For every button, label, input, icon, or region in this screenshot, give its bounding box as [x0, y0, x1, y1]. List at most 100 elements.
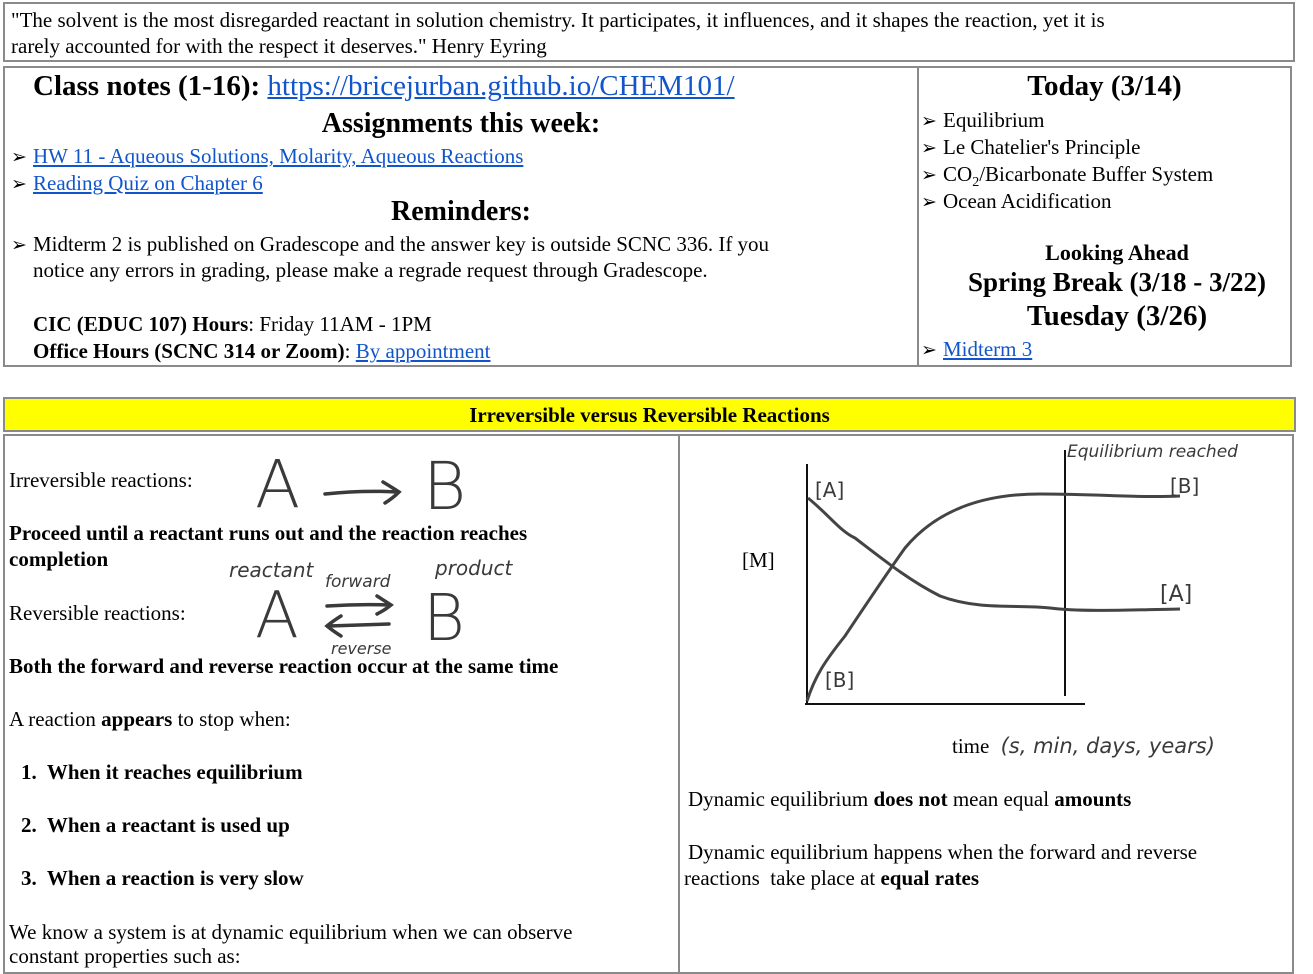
tuesday-heading: Tuesday (3/26)	[1026, 300, 1208, 332]
dynamic-equilibrium-amounts-text: Dynamic equilibrium does not mean equal …	[688, 787, 1131, 812]
proceed-text-line-2: completion	[9, 547, 109, 571]
today-item-text: /Bicarbonate Buffer System	[979, 162, 1214, 186]
text-span: Dynamic equilibrium	[688, 787, 874, 811]
appears-to-stop-text: A reaction appears to stop when:	[9, 707, 291, 732]
both-reactions-text: Both the forward and reverse reaction oc…	[9, 654, 559, 678]
bullet-arrow-icon: ➢	[11, 147, 27, 168]
quote-line-2: rarely accounted for with the respect it…	[11, 34, 547, 58]
assignments-heading: Assignments this week:	[321, 108, 601, 139]
list-text: When it reaches equilibrium	[46, 760, 303, 784]
text-bold: amounts	[1054, 787, 1132, 811]
midterm-3-link[interactable]: Midterm 3	[943, 337, 1032, 361]
dynamic-equilibrium-rates-line-1: Dynamic equilibrium happens when the for…	[688, 840, 1198, 864]
quote-line-1: "The solvent is the most disregarded rea…	[11, 8, 1105, 32]
bullet-arrow-icon: ➢	[921, 111, 937, 132]
today-item-text: CO	[943, 162, 973, 186]
today-item-text: Ocean Acidification	[943, 189, 1112, 213]
bullet-arrow-icon: ➢	[921, 138, 937, 159]
appears-bold: appears	[101, 707, 173, 731]
lesson-content-table: Irreversible reactions: A B Proceed unti…	[3, 434, 1294, 974]
handwritten-forward: forward	[325, 572, 391, 592]
spring-break-heading: Spring Break (3/18 - 3/22)	[967, 267, 1266, 297]
x-axis-label: time (s, min, days, years)	[952, 734, 1215, 759]
office-hours-sep: :	[344, 339, 356, 363]
reminder-item: ➢ Midterm 2 is published on Gradescope an…	[11, 231, 769, 259]
today-item: ➢ Ocean Acidification	[921, 188, 1112, 216]
handwritten-a: A	[255, 446, 301, 523]
looking-ahead-heading: Looking Ahead	[1045, 240, 1189, 265]
lesson-right-cell: [M] Equilibrium reached [A] [B] [B] [A] …	[680, 436, 1292, 972]
assignment-item: ➢ HW 11 - Aqueous Solutions, Molarity, Aq…	[11, 143, 523, 171]
irreversible-label: Irreversible reactions:	[9, 468, 193, 492]
bullet-arrow-icon: ➢	[11, 174, 27, 195]
cic-hours-label: CIC (EDUC 107) Hours	[33, 312, 249, 336]
quote-box: "The solvent is the most disregarded rea…	[3, 2, 1295, 62]
x-axis-units: (s, min, days, years)	[1000, 734, 1215, 758]
course-info-right-cell: Today (3/14) ➢ Equilibrium ➢ Le Chatelier'…	[919, 68, 1290, 365]
appears-pre: A reaction	[9, 707, 102, 731]
stop-list-item: 1. When it reaches equilibrium	[21, 760, 303, 785]
bullet-arrow-icon: ➢	[921, 165, 937, 186]
dynamic-equilibrium-rates-line-2: reactions take place at equal rates	[684, 866, 979, 891]
reminder-text-line-2: notice any errors in grading, please mak…	[33, 258, 708, 282]
y-axis-label: [M]	[742, 548, 775, 572]
assignment-link-hw11[interactable]: HW 11 - Aqueous Solutions, Molarity, Aqu…	[33, 144, 523, 168]
class-notes-label: Class notes (1-16):	[33, 70, 261, 102]
bullet-arrow-icon: ➢	[921, 340, 937, 361]
handwritten-a: A	[255, 579, 299, 653]
assignment-item: ➢ Reading Quiz on Chapter 6	[11, 170, 263, 198]
today-item-text: Le Chatelier's Principle	[943, 135, 1141, 159]
forward-arrow-icon	[323, 480, 402, 505]
course-info-left-cell: Class notes (1-16): https://bricejurban.…	[5, 68, 919, 365]
handwritten-b: B	[423, 582, 465, 656]
list-number: 2.	[21, 813, 37, 837]
proceed-text-line-1: Proceed until a reactant runs out and th…	[9, 521, 528, 545]
text-bold: does not	[873, 787, 948, 811]
b-start-label: [B]	[825, 668, 855, 692]
section-banner: Irreversible versus Reversible Reactions	[3, 397, 1296, 432]
today-item: ➢ Equilibrium	[921, 107, 1045, 135]
assignment-link-reading-quiz[interactable]: Reading Quiz on Chapter 6	[33, 171, 263, 195]
office-hours-label: Office Hours (SCNC 314 or Zoom)	[33, 339, 345, 363]
list-number: 1.	[21, 760, 37, 784]
class-notes-link[interactable]: https://bricejurban.github.io/CHEM101/	[267, 70, 734, 102]
reminder-text-line-1: Midterm 2 is published on Gradescope and…	[33, 232, 770, 256]
a-start-label: [A]	[815, 478, 845, 502]
equilibrium-reached-label: Equilibrium reached	[1067, 442, 1238, 462]
appears-post: to stop when:	[172, 707, 291, 731]
handwritten-b: B	[423, 448, 467, 525]
handwritten-product: product	[435, 556, 513, 580]
list-text: When a reactant is used up	[46, 813, 290, 837]
bullet-arrow-icon: ➢	[11, 235, 27, 256]
text-span: reactions take place at	[684, 866, 881, 890]
list-text: When a reaction is very slow	[46, 866, 304, 890]
a-end-label: [A]	[1160, 582, 1193, 607]
class-notes-line: Class notes (1-16): https://bricejurban.…	[33, 70, 735, 103]
reversible-label: Reversible reactions:	[9, 601, 186, 625]
stop-list-item: 3. When a reaction is very slow	[21, 866, 304, 891]
stop-list-item: 2. When a reactant is used up	[21, 813, 290, 838]
today-heading: Today (3/14)	[1027, 70, 1182, 102]
office-hours: Office Hours (SCNC 314 or Zoom): By appo…	[33, 338, 491, 364]
concentration-a-curve	[807, 496, 1181, 612]
reminders-heading: Reminders:	[391, 196, 531, 227]
list-number: 3.	[21, 866, 37, 890]
looking-ahead-item: ➢ Midterm 3	[921, 336, 1032, 364]
text-span: mean equal	[947, 787, 1055, 811]
cic-hours: CIC (EDUC 107) Hours: Friday 11AM - 1PM	[33, 311, 432, 337]
x-axis-label-text: time	[952, 734, 990, 758]
lesson-left-cell: Irreversible reactions: A B Proceed unti…	[5, 436, 680, 972]
equilibrium-arrows-icon	[324, 594, 394, 638]
today-item: ➢ Le Chatelier's Principle	[921, 134, 1140, 162]
dynamic-equilibrium-observe-line-1: We know a system is at dynamic equilibri…	[9, 920, 573, 944]
cic-hours-value: : Friday 11AM - 1PM	[248, 312, 432, 336]
today-item-text: Equilibrium	[943, 108, 1045, 132]
dynamic-equilibrium-observe-line-2: constant properties such as:	[9, 944, 241, 968]
office-hours-appointment-link[interactable]: By appointment	[356, 339, 491, 363]
course-info-table: Class notes (1-16): https://bricejurban.…	[3, 66, 1292, 367]
text-bold: equal rates	[880, 866, 980, 890]
concentration-b-curve	[805, 492, 1181, 702]
bullet-arrow-icon: ➢	[921, 192, 937, 213]
concentration-time-graph	[805, 450, 1181, 705]
b-end-label: [B]	[1170, 474, 1200, 498]
